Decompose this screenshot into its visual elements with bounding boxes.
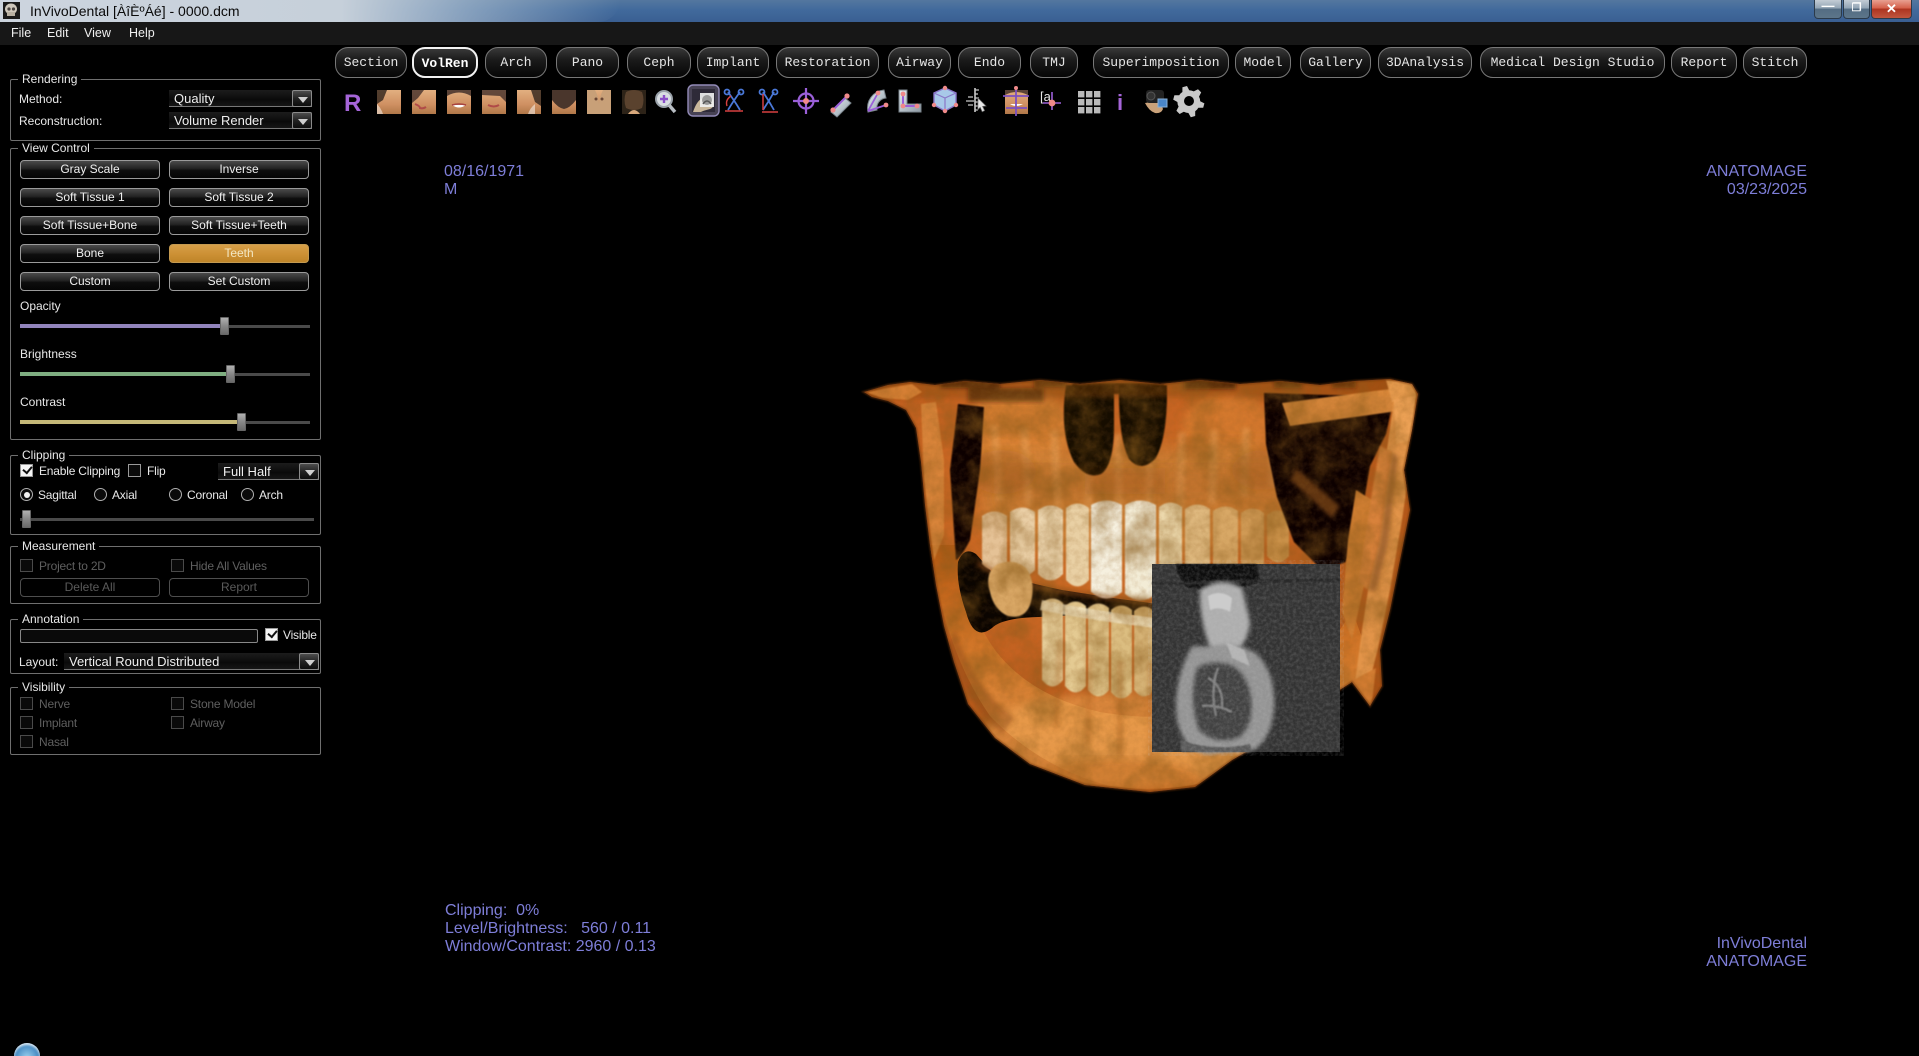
svg-text:R: R: [344, 90, 361, 117]
svg-text:i: i: [1117, 90, 1123, 115]
